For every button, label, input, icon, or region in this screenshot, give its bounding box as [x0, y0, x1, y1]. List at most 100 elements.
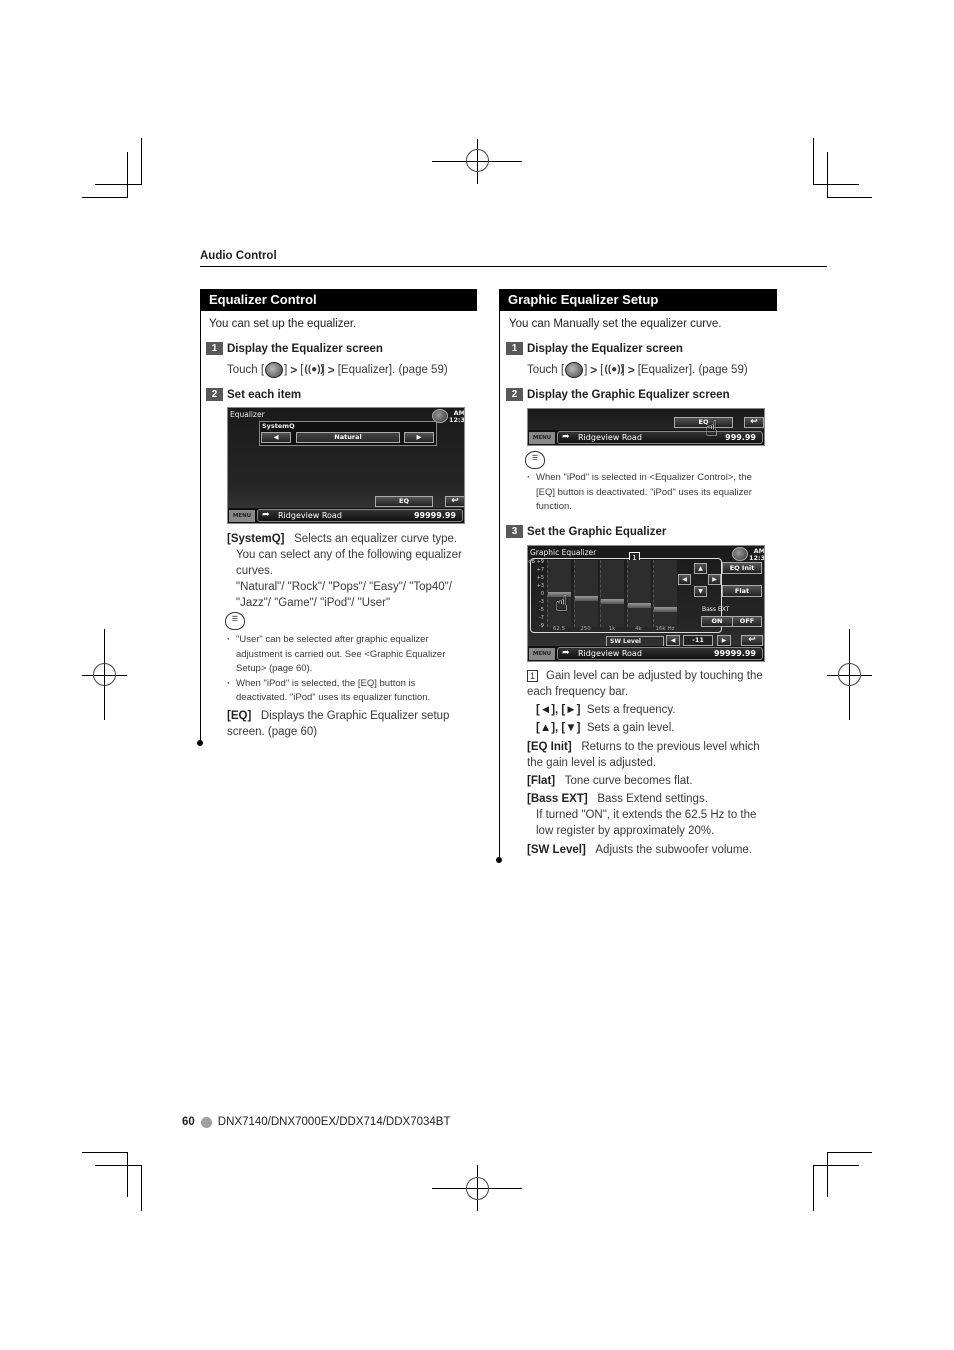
step-3: 3 Set the Graphic Equalizer: [506, 525, 666, 538]
section-title-equalizer-control: Equalizer Control: [200, 289, 477, 311]
step-label: Display the Equalizer screen: [527, 342, 683, 355]
db-tick-label: -3: [539, 599, 544, 605]
eq-band-bar[interactable]: [626, 560, 651, 627]
db-tick-label: -5: [539, 607, 544, 613]
navigation-info[interactable]: ➦ Ridgeview Road 999.99: [557, 431, 763, 444]
note-item: When "iPod" is selected, the [EQ] button…: [227, 677, 467, 706]
eq-band-frequency: 62.5: [552, 626, 566, 632]
right-column-end-dot: [496, 857, 502, 863]
left-column-end-dot: [197, 740, 203, 746]
eq-band-bar[interactable]: [653, 560, 677, 627]
page-footer: 60 DNX7140/DNX7000EX/DDX714/DDX7034BT: [182, 1116, 450, 1128]
navigation-info[interactable]: ➦ Ridgeview Road 99999.99: [257, 509, 463, 522]
return-button[interactable]: ↩: [445, 496, 464, 507]
systemq-next-button[interactable]: ▶: [404, 432, 434, 443]
equalizer-screen: Equalizer AM12:34 SystemQ ◀ Natural ▶ EQ…: [227, 407, 465, 524]
menu-button[interactable]: MENU: [529, 648, 555, 660]
back-icon[interactable]: [732, 547, 748, 561]
page-number: 60: [182, 1116, 195, 1128]
db-tick-label: 0: [540, 591, 544, 597]
navigation-menu-icon: [265, 362, 284, 378]
eq-band-level: [627, 602, 651, 608]
db-tick-label: +5: [536, 575, 544, 581]
model-list: DNX7140/DNX7000EX/DDX714/DDX7034BT: [217, 1116, 451, 1128]
flat-description: [Flat] Tone curve becomes flat.: [527, 775, 693, 787]
menu-button[interactable]: MENU: [229, 510, 255, 522]
note-icon: ☰: [225, 612, 245, 630]
section-title-graphic-equalizer-setup: Graphic Equalizer Setup: [499, 289, 777, 311]
note-icon: ☰: [525, 451, 545, 469]
header-divider: [200, 266, 827, 267]
eq-button[interactable]: EQ: [375, 496, 433, 507]
systemq-description: [SystemQ] Selects an equalizer curve typ…: [227, 533, 462, 609]
db-tick-label: dB +9: [528, 559, 544, 565]
frequency-right-button[interactable]: ▶: [708, 574, 721, 585]
eq-button[interactable]: EQ: [674, 417, 733, 428]
clock: AM12:34: [449, 409, 465, 424]
eq-init-button[interactable]: EQ Init: [722, 562, 762, 574]
return-button[interactable]: ↩: [744, 417, 764, 428]
navigation-menu-icon: [565, 362, 584, 378]
systemq-prev-button[interactable]: ◀: [261, 432, 291, 443]
left-column-rule: [200, 289, 201, 743]
step-number: 3: [506, 525, 523, 538]
chevron-right-icon: >: [627, 363, 635, 377]
bass-ext-label: Bass EXT: [702, 606, 730, 613]
db-tick-label: +7: [536, 567, 544, 573]
note-item: When "iPod" is selected in <Equalizer Co…: [527, 471, 767, 515]
menu-button[interactable]: MENU: [529, 432, 555, 444]
intro-text: You can Manually set the equalizer curve…: [509, 318, 722, 330]
return-button[interactable]: ↩: [741, 635, 763, 646]
road-name: Ridgeview Road: [578, 649, 642, 658]
touch-instruction: Touch [ ] > [ ((●)) ] > [Equalizer]. (pa…: [527, 362, 748, 378]
frequency-buttons-description: [◄], [►] Sets a frequency.: [536, 704, 676, 716]
chevron-right-icon: >: [290, 363, 298, 377]
bass-ext-off-button[interactable]: OFF: [732, 616, 762, 627]
note-list: When "iPod" is selected in <Equalizer Co…: [527, 471, 767, 515]
sw-level-increase-button[interactable]: ▶: [717, 635, 731, 646]
frequency-left-button[interactable]: ◀: [678, 574, 691, 585]
step-2: 2 Set each item: [206, 388, 301, 401]
running-header: Audio Control: [200, 250, 277, 262]
sw-level-description: [SW Level] Adjusts the subwoofer volume.: [527, 844, 752, 856]
eq-band-bar[interactable]: [573, 560, 598, 627]
pointing-hand-icon: ☝: [555, 592, 569, 617]
chevron-right-icon: >: [590, 363, 598, 377]
step-label: Display the Graphic Equalizer screen: [527, 388, 730, 401]
eq-band-frequency: 16k Hz: [655, 626, 675, 632]
systemq-group: SystemQ ◀ Natural ▶: [259, 421, 437, 446]
gain-up-button[interactable]: ▲: [694, 563, 707, 574]
note-list: "User" can be selected after graphic equ…: [227, 633, 467, 706]
callout-number: 1: [527, 670, 538, 682]
systemq-label: SystemQ: [262, 422, 295, 430]
audio-settings-icon: ((●)): [304, 364, 324, 375]
db-tick-label: -9: [539, 623, 544, 629]
bass-ext-description: [Bass EXT] Bass Extend settings. If turn…: [527, 793, 757, 837]
chevron-right-icon: >: [327, 363, 335, 377]
step-number: 2: [206, 388, 223, 401]
screen-title: Equalizer: [230, 410, 265, 419]
eq-description: [EQ] Displays the Graphic Equalizer setu…: [227, 710, 450, 738]
pointing-hand-icon: ☝: [705, 417, 719, 442]
systemq-value: Natural: [296, 432, 400, 443]
eq-band-bar[interactable]: [600, 560, 624, 627]
eq-term: [EQ]: [227, 710, 252, 722]
navigation-info[interactable]: ➦ Ridgeview Road 99999.99: [557, 647, 763, 660]
note-item: "User" can be selected after graphic equ…: [227, 633, 467, 677]
step-number: 1: [506, 342, 523, 355]
gain-description: 1 Gain level can be adjusted by touching …: [527, 670, 763, 698]
eq-band-level: [574, 595, 598, 601]
nav-bar: MENU ➦ Ridgeview Road 99999.99: [528, 646, 764, 661]
gain-down-button[interactable]: ▼: [694, 586, 707, 597]
eq-band-frequency: 250: [580, 626, 591, 632]
nav-bar: MENU ➦ Ridgeview Road 999.99: [528, 430, 764, 445]
sw-level-decrease-button[interactable]: ◀: [666, 635, 680, 646]
gain-buttons-description: [▲], [▼] Sets a gain level.: [536, 722, 675, 734]
step-number: 2: [506, 388, 523, 401]
road-name: Ridgeview Road: [578, 433, 642, 442]
step-number: 1: [206, 342, 223, 355]
bullet-dot-icon: [200, 1116, 212, 1128]
eq-init-description: [EQ Init] Returns to the previous level …: [527, 741, 760, 769]
bass-ext-on-button[interactable]: ON: [701, 616, 733, 627]
flat-button[interactable]: Flat: [722, 585, 762, 597]
